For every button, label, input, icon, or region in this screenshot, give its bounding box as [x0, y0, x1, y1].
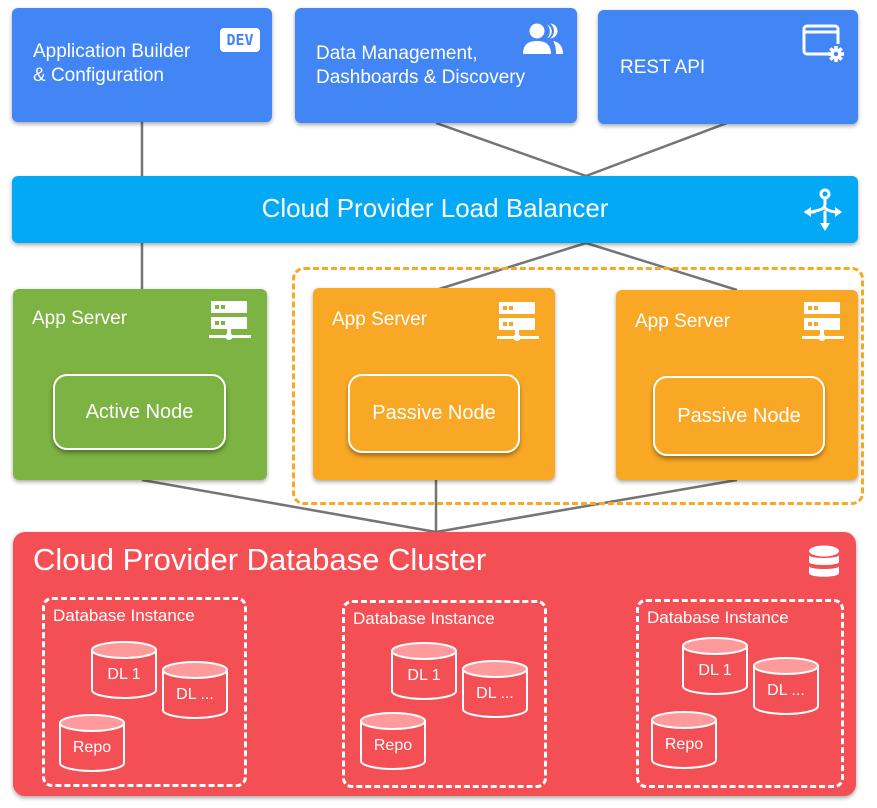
datastore-label: Repo — [664, 736, 704, 753]
dev-badge-icon: DEV — [220, 28, 260, 52]
datastore-repo[interactable]: Repo — [650, 710, 718, 770]
app-server-label: App Server — [635, 311, 731, 332]
database-cluster-title: Cloud Provider Database Cluster — [33, 542, 487, 577]
data-management-label: Data Management, Dashboards & Discovery — [316, 42, 525, 90]
database-cluster[interactable]: Cloud Provider Database Cluster Database… — [13, 532, 856, 796]
data-management-label-line2: Dashboards & Discovery — [316, 67, 526, 88]
datastore-dl-more[interactable]: DL ... — [161, 660, 229, 720]
datastore-label: Repo — [72, 739, 112, 756]
data-management-box[interactable]: Data Management, Dashboards & Discovery — [295, 8, 577, 123]
database-instance-label: Database Instance — [647, 608, 789, 627]
app-server-active[interactable]: App Server Active Node — [13, 289, 267, 480]
rest-api-label: REST API — [620, 57, 706, 78]
database-instance-label: Database Instance — [53, 606, 195, 625]
server-icon — [802, 302, 844, 341]
active-node[interactable]: Active Node — [53, 374, 226, 450]
server-icon — [497, 302, 539, 341]
database-instance[interactable]: Database Instance DL 1 DL ... Repo — [42, 597, 247, 787]
database-instance[interactable]: Database Instance DL 1 DL ... Repo — [636, 599, 844, 788]
datastore-dl-more[interactable]: DL ... — [752, 656, 820, 716]
datastore-label: DL 1 — [407, 667, 441, 684]
connector-datamgmt-lb — [435, 121, 587, 178]
app-builder-label-line2: & Configuration — [33, 65, 164, 86]
app-builder-box[interactable]: Application Builder & Configuration DEV — [12, 8, 272, 122]
datastore-dl-more[interactable]: DL ... — [461, 659, 529, 719]
app-builder-label: Application Builder & Configuration — [33, 40, 190, 88]
datastore-repo[interactable]: Repo — [359, 711, 427, 771]
data-management-label-line1: Data Management, — [316, 43, 478, 64]
datastore-label: DL 1 — [698, 662, 732, 679]
app-builder-label-line1: Application Builder — [33, 41, 191, 62]
passive-node[interactable]: Passive Node — [653, 376, 825, 456]
datastore-label: DL ... — [176, 686, 214, 703]
datastore-dl1[interactable]: DL 1 — [390, 641, 458, 701]
app-server-passive-2[interactable]: App Server Passive Node — [616, 290, 858, 480]
datastore-repo[interactable]: Repo — [58, 713, 126, 773]
datastore-dl1[interactable]: DL 1 — [681, 636, 749, 696]
datastore-dl1[interactable]: DL 1 — [90, 640, 158, 700]
database-icon — [809, 545, 839, 577]
dev-badge-text: DEV — [226, 31, 254, 49]
datastore-label: Repo — [373, 737, 413, 754]
load-balancer-label: Cloud Provider Load Balancer — [261, 193, 609, 223]
connector-restapi-lb — [585, 121, 728, 178]
app-server-passive-1[interactable]: App Server Passive Node — [313, 288, 555, 480]
passive-node[interactable]: Passive Node — [348, 374, 520, 453]
settings-window-icon — [802, 24, 846, 64]
database-instance-label: Database Instance — [353, 609, 495, 628]
app-server-label: App Server — [332, 309, 428, 330]
datastore-label: DL ... — [767, 682, 805, 699]
people-icon — [523, 23, 563, 54]
datastore-label: DL ... — [476, 685, 514, 702]
server-icon — [209, 301, 251, 340]
datastore-label: DL 1 — [107, 666, 141, 683]
app-server-label: App Server — [32, 308, 128, 329]
rest-api-box[interactable]: REST API — [598, 10, 858, 124]
load-balancer-icon — [804, 188, 842, 231]
load-balancer-bar[interactable]: Cloud Provider Load Balancer — [12, 176, 858, 243]
database-instance[interactable]: Database Instance DL 1 DL ... Repo — [342, 600, 547, 788]
